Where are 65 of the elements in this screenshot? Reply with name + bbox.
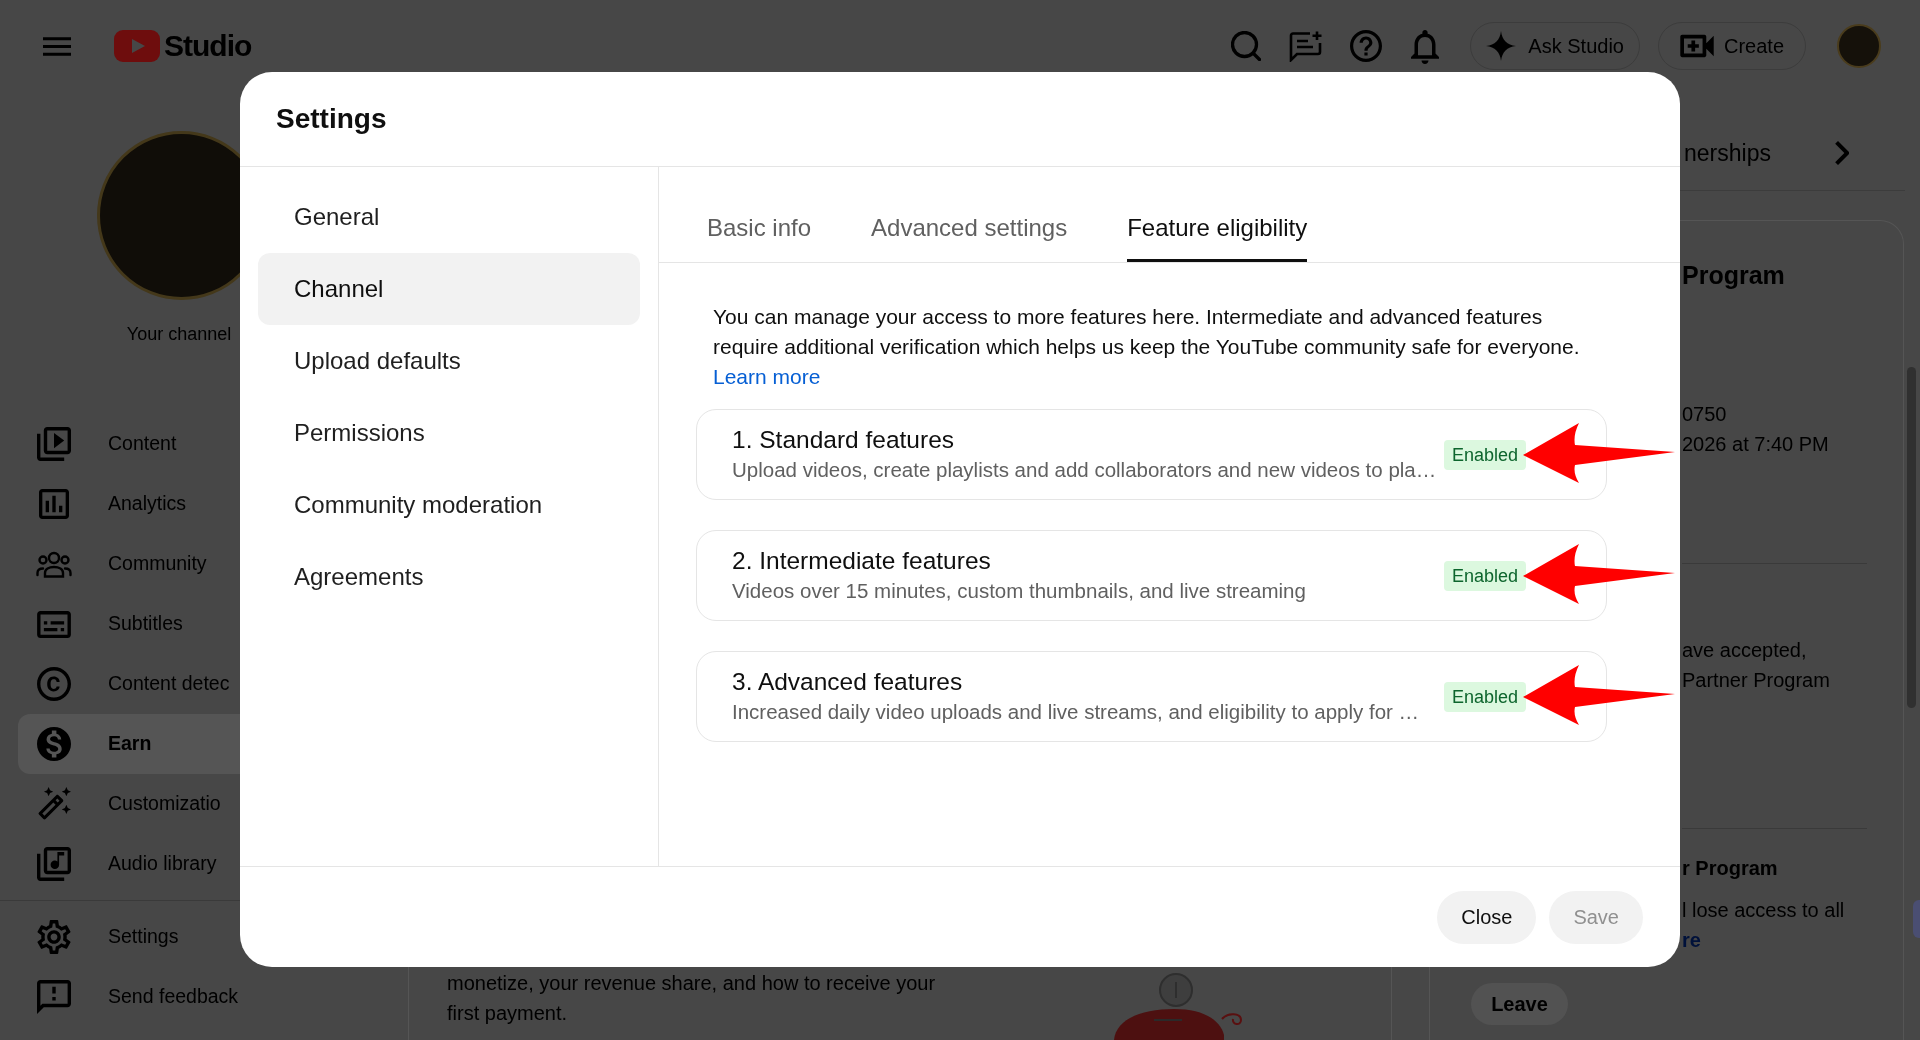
detail-text: 0750 <box>1682 402 1728 427</box>
leave-button[interactable]: Leave <box>1471 983 1568 1025</box>
sidebar-item[interactable]: Audio library <box>18 834 240 894</box>
terms-text: ave accepted, <box>1682 638 1808 663</box>
video-stack-icon <box>37 427 71 461</box>
sidebar-item[interactable]: Settings <box>18 907 240 967</box>
tab[interactable]: Advanced settings <box>871 213 1068 262</box>
settings-nav-item[interactable]: Channel <box>258 253 640 325</box>
bar-chart-icon <box>39 489 69 519</box>
dollar-coin-icon <box>37 727 71 761</box>
leave-text: l lose access to all <box>1682 898 1846 923</box>
close-button[interactable]: Close <box>1437 890 1537 944</box>
sidebar-item[interactable]: Content <box>18 414 240 474</box>
status-badge: Enabled <box>1443 439 1526 470</box>
logo-text: Studio <box>164 28 252 64</box>
sidebar-item[interactable]: Earn <box>18 714 240 774</box>
copyright-icon <box>37 667 71 701</box>
menu-icon[interactable] <box>43 36 71 56</box>
tab[interactable]: nerships <box>1684 138 1771 168</box>
feature-description: Increased daily video uploads and live streams, and eligibility to apply for … <box>732 699 1420 725</box>
channel-label: Your channel <box>126 323 232 346</box>
feature-title: 1. Standard features <box>732 425 954 455</box>
camera-plus-icon <box>1679 33 1714 59</box>
intro-text: You can manage your access to more features here. Intermediate and advanced features require additional verification which helps us keep the YouTube community safe for everyone. Learn more <box>713 304 1581 390</box>
sidebar-item[interactable]: Subtitles <box>18 594 240 654</box>
search-icon[interactable] <box>1231 31 1262 61</box>
floating-tab[interactable] <box>1913 900 1920 938</box>
terms-text: Partner Program <box>1682 668 1831 693</box>
sidebar-item[interactable]: Analytics <box>18 474 240 534</box>
play-logo-icon <box>114 30 160 62</box>
feature-title: 2. Intermediate features <box>732 546 991 576</box>
speech-bubble-plus-icon[interactable] <box>1289 30 1324 62</box>
leave-title: r Program <box>1682 856 1779 881</box>
feature-description: Upload videos, create playlists and add collaborators and new videos to pla… <box>732 457 1437 483</box>
earnings-summary-text: monetize, your revenue share, and how to receive your first payment. <box>447 971 937 1026</box>
subtitles-icon <box>37 610 71 638</box>
detail-text: 2026 at 7:40 PM <box>1682 432 1830 457</box>
dialog-title: Settings <box>276 102 387 136</box>
help-icon[interactable] <box>1350 30 1383 62</box>
settings-nav-item[interactable]: Upload defaults <box>258 325 640 397</box>
status-badge: Enabled <box>1443 560 1526 591</box>
sparkle-icon <box>1486 31 1517 61</box>
sidebar-item[interactable]: Community <box>18 534 240 594</box>
learn-more-link[interactable]: re <box>1682 925 1701 955</box>
settings-nav-item[interactable]: Community moderation <box>258 469 640 541</box>
settings-icon <box>37 920 71 954</box>
settings-nav-item[interactable]: Permissions <box>258 397 640 469</box>
people-icon <box>36 550 72 578</box>
settings-nav-item[interactable]: General <box>258 181 640 253</box>
magic-wand-icon <box>37 787 71 821</box>
sidebar-item[interactable]: Send feedback <box>18 967 240 1027</box>
feature-description: Videos over 15 minutes, custom thumbnails, and live streaming <box>732 578 1306 604</box>
tab[interactable]: Basic info <box>707 213 812 262</box>
music-stack-icon <box>37 847 71 881</box>
program-title: Program <box>1682 260 1786 291</box>
learn-more-link[interactable]: Learn more <box>713 365 821 388</box>
bell-icon[interactable] <box>1411 28 1440 64</box>
chevron-right-icon[interactable] <box>1835 141 1849 165</box>
feature-title: 3. Advanced features <box>732 667 963 697</box>
tab[interactable]: Feature eligibility <box>1127 213 1308 262</box>
sidebar-item[interactable]: Content detec <box>18 654 240 714</box>
feedback-icon <box>37 980 71 1014</box>
status-badge: Enabled <box>1443 681 1526 712</box>
sidebar-item[interactable]: Customizatio <box>18 774 240 834</box>
settings-nav-item[interactable]: Agreements <box>258 541 640 613</box>
